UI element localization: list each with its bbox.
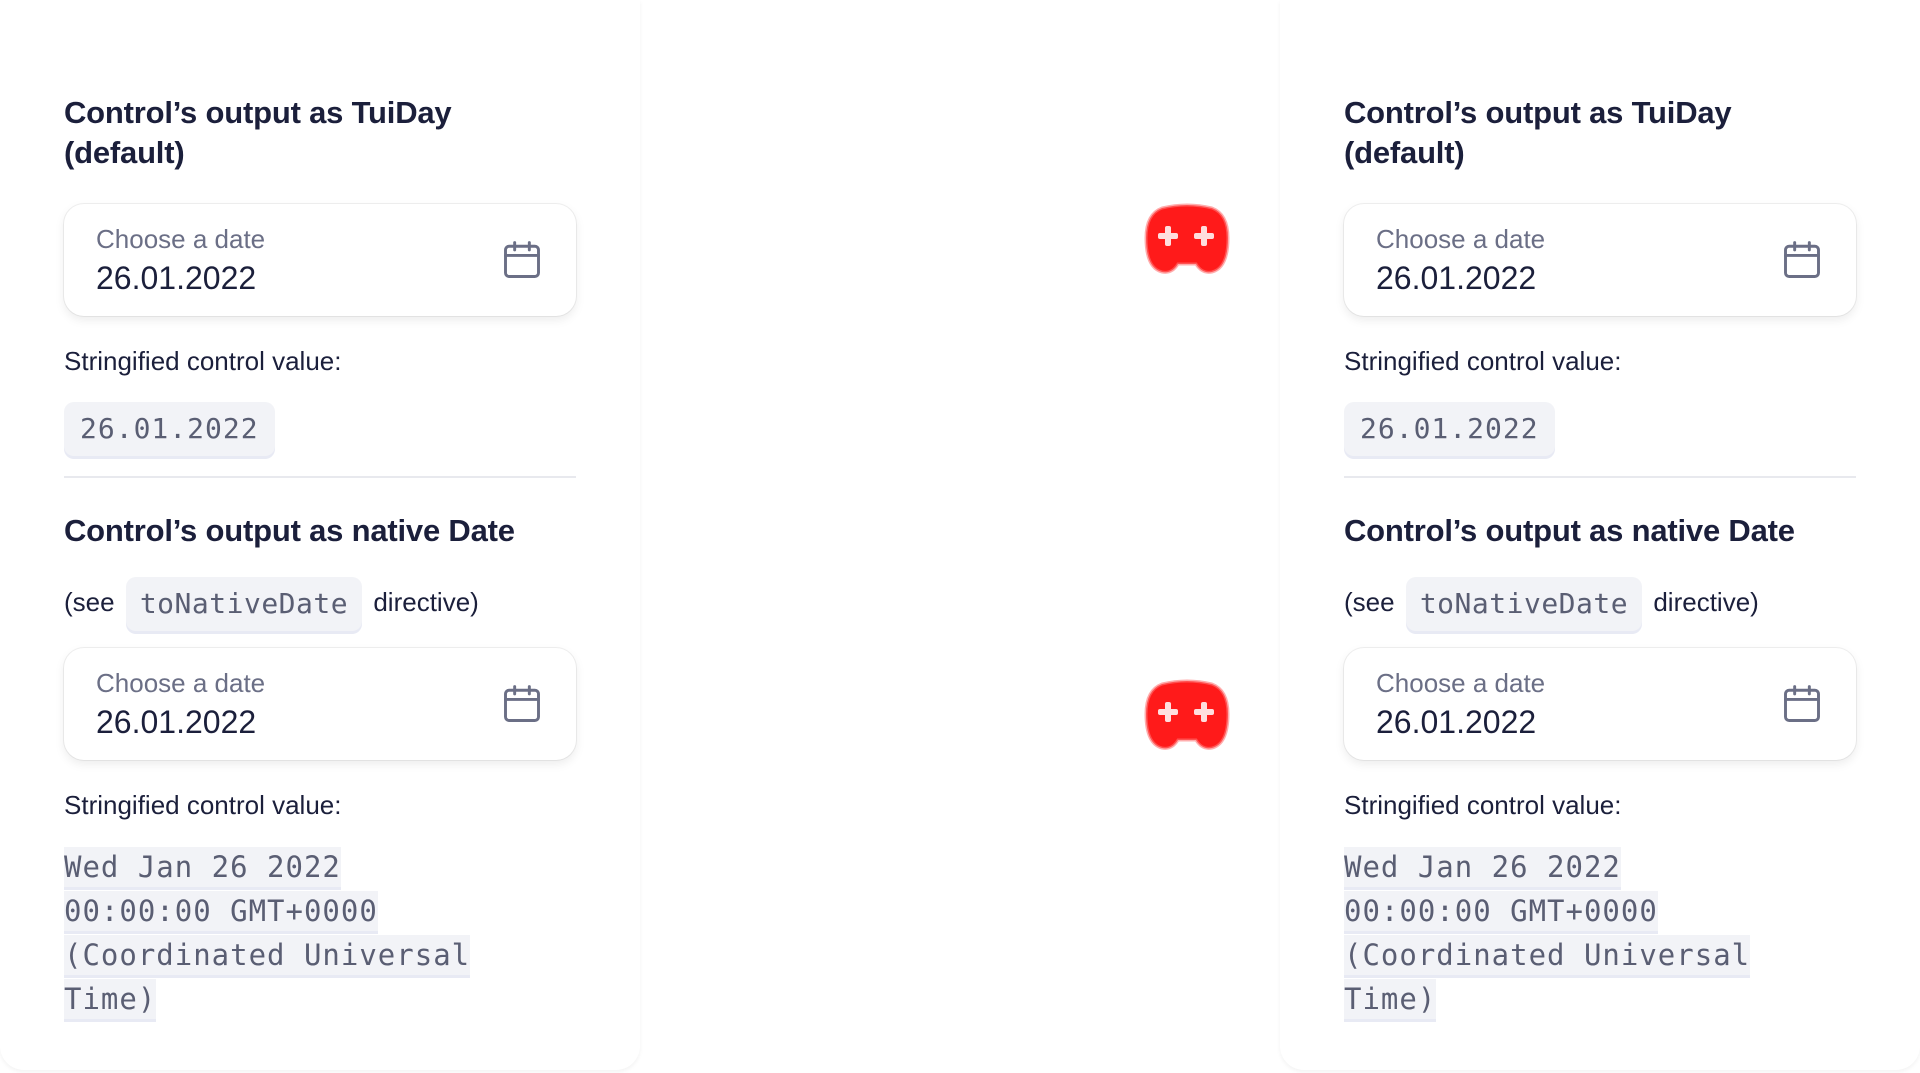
calendar-icon[interactable] [1780,238,1824,282]
date-input-tuiday[interactable]: Choose a date 26.01.2022 [64,204,576,316]
directive-note: (see toNativeDate directive) [1344,573,1759,632]
stringified-caption: Stringified control value: [1344,346,1622,376]
calendar-icon[interactable] [500,238,544,282]
stringified-value: 26.01.2022 [64,402,275,456]
stringified-native-value: Wed Jan 26 2022 00:00:00 GMT+0000 (Coord… [1344,846,1784,1022]
directive-code: toNativeDate [125,577,363,632]
stringified-native-text: Wed Jan 26 2022 00:00:00 GMT+0000 (Coord… [64,847,471,1019]
stringified-caption: Stringified control value: [64,346,342,376]
section-divider [64,476,576,478]
date-input-value[interactable]: 26.01.2022 [96,260,256,297]
section-title-tuiday: Control’s output as TuiDay (default) [64,95,452,170]
directive-note: (see toNativeDate directive) [64,573,479,632]
date-input-native[interactable]: Choose a date 26.01.2022 [64,648,576,760]
gamepad-icon [1144,203,1230,274]
calendar-icon[interactable] [500,682,544,726]
date-input-label: Choose a date [1376,224,1546,254]
section-divider [1344,476,1856,478]
directive-note-prefix: (see [64,587,115,617]
demo-panel-left: Control’s output as TuiDay (default) Cho… [0,0,640,1070]
stringified-caption: Stringified control value: [64,790,342,820]
date-input-value[interactable]: 26.01.2022 [1376,704,1536,741]
gamepad-icon [1144,679,1230,750]
demo-panel-right: Control’s output as TuiDay (default) Cho… [1280,0,1920,1070]
directive-note-prefix: (see [1344,587,1395,617]
directive-note-suffix: directive) [373,587,479,617]
page: Control’s output as TuiDay (default) Cho… [0,0,1920,1073]
date-input-value[interactable]: 26.01.2022 [96,704,256,741]
stringified-native-value: Wed Jan 26 2022 00:00:00 GMT+0000 (Coord… [64,846,504,1022]
calendar-icon[interactable] [1780,682,1824,726]
date-input-label: Choose a date [96,224,266,254]
stringified-value: 26.01.2022 [1344,402,1555,456]
date-input-label: Choose a date [96,668,266,698]
directive-code: toNativeDate [1405,577,1643,632]
section-title-native-date: Control’s output as native Date [1344,513,1795,548]
stringified-caption: Stringified control value: [1344,790,1622,820]
stringified-native-text: Wed Jan 26 2022 00:00:00 GMT+0000 (Coord… [1344,847,1751,1019]
section-title-native-date: Control’s output as native Date [64,513,515,548]
date-input-label: Choose a date [1376,668,1546,698]
date-input-native[interactable]: Choose a date 26.01.2022 [1344,648,1856,760]
section-title-tuiday: Control’s output as TuiDay (default) [1344,95,1732,170]
date-input-value[interactable]: 26.01.2022 [1376,260,1536,297]
date-input-tuiday[interactable]: Choose a date 26.01.2022 [1344,204,1856,316]
directive-note-suffix: directive) [1653,587,1759,617]
